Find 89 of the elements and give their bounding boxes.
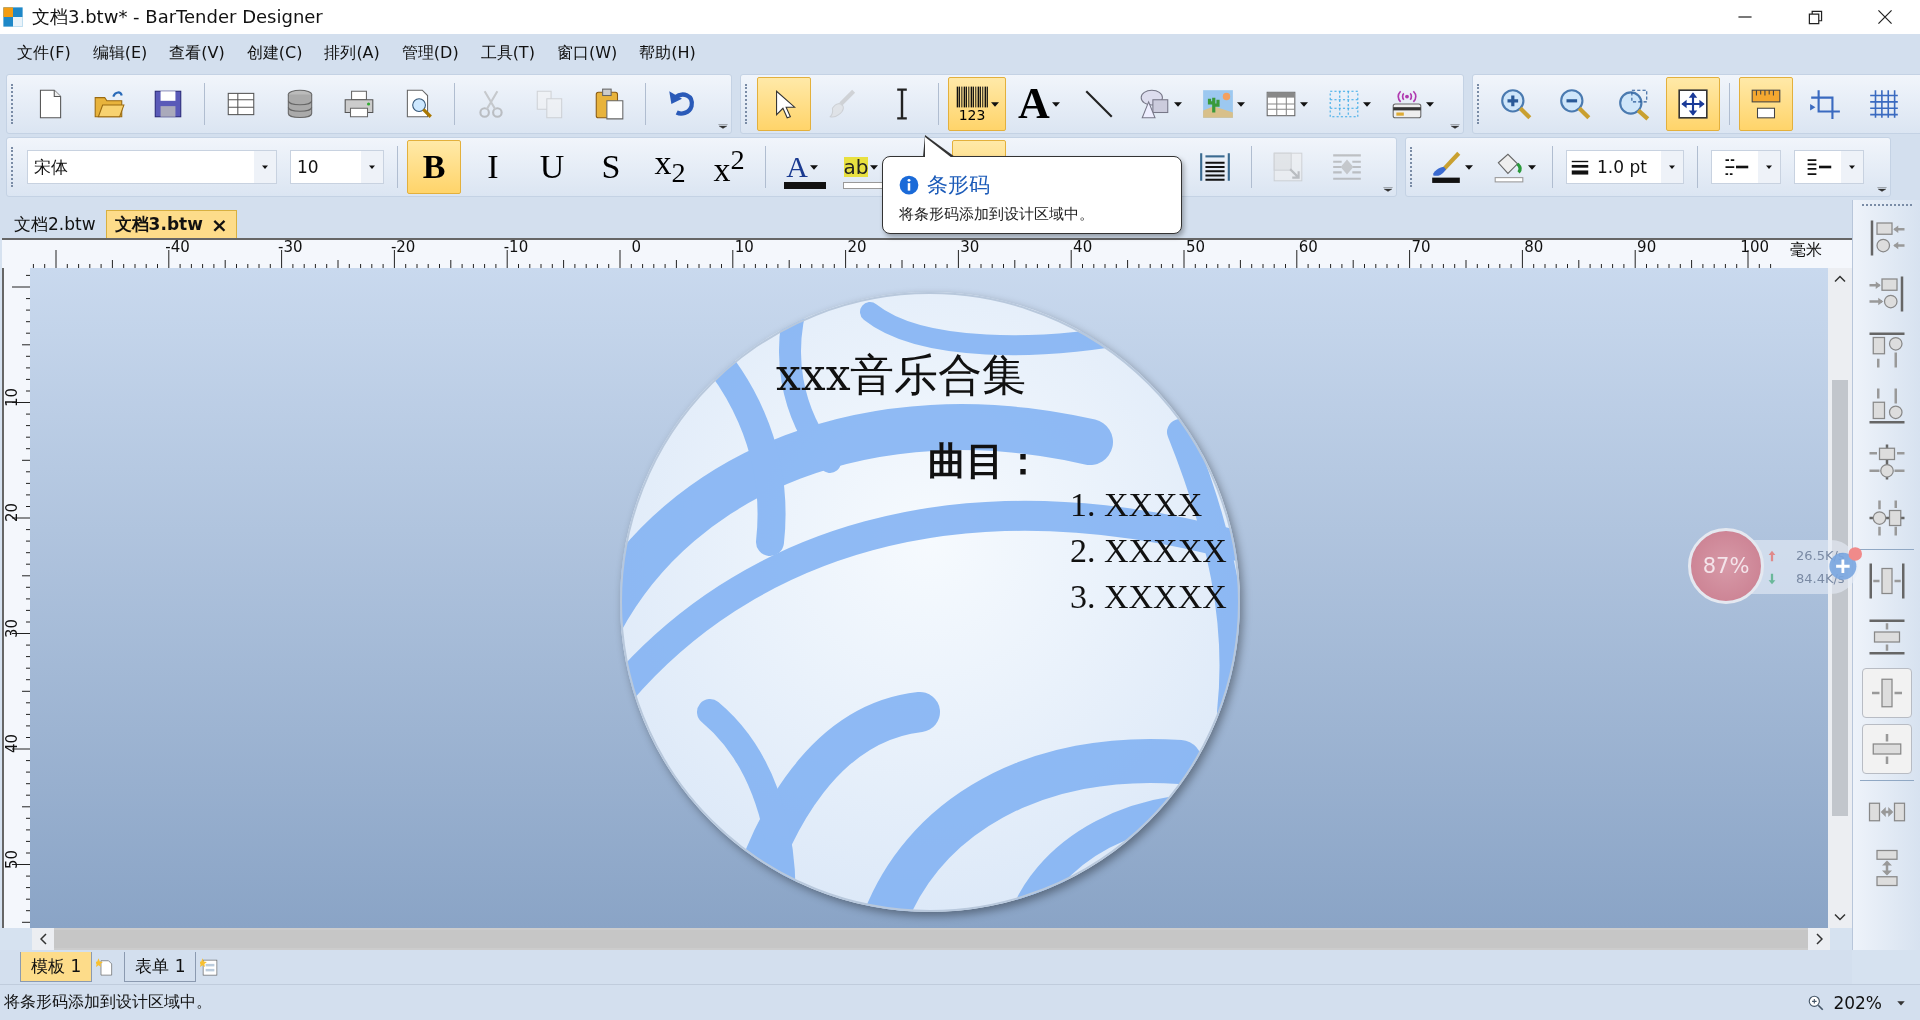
label-title: xxx音乐合集 bbox=[776, 348, 1027, 402]
toolbar-button[interactable]: x$_{2}$ bbox=[643, 140, 697, 194]
document-tab[interactable]: 文档3.btw × bbox=[105, 210, 237, 238]
ruler-label: -10 bbox=[503, 240, 529, 255]
download-arrow-icon bbox=[1766, 571, 1778, 586]
text-spacing-icon bbox=[1198, 150, 1232, 184]
dropdown-field[interactable]: 宋体 bbox=[27, 150, 277, 184]
ruler-label: 20 bbox=[5, 502, 20, 522]
pointer-button[interactable] bbox=[757, 77, 811, 131]
overflow-icon bbox=[1877, 187, 1887, 192]
track-text: 3. XXXXX bbox=[1070, 577, 1227, 617]
toolbar-button[interactable]: A bbox=[775, 140, 829, 194]
fit-to-window-button[interactable] bbox=[1665, 77, 1720, 131]
overflow-icon bbox=[718, 124, 728, 129]
text-cursor-icon bbox=[896, 88, 908, 120]
menu-item[interactable]: 管理(D) bbox=[392, 42, 468, 64]
upload-speed: 26.5K/s bbox=[1796, 548, 1845, 563]
ruler-label: 20 bbox=[847, 240, 867, 255]
close-tab-button[interactable]: × bbox=[210, 212, 228, 237]
window-title: 文档3.btw* - BarTender Designer bbox=[32, 5, 323, 29]
menu-item[interactable]: 文件(F) bbox=[8, 42, 80, 64]
scroll-left-icon[interactable] bbox=[39, 933, 47, 945]
picture-icon bbox=[1200, 87, 1235, 121]
tooltip-text: 将条形码添加到设计区域中。 bbox=[899, 205, 1095, 224]
line-style-dropdown[interactable] bbox=[1794, 150, 1864, 184]
ruler-label: 100 bbox=[1740, 240, 1769, 255]
ruler-label: -30 bbox=[278, 240, 303, 255]
tooltip-title: 条形码 bbox=[927, 172, 990, 199]
zoom-level[interactable]: 202% bbox=[1833, 992, 1882, 1013]
track-text: 1. XXXX bbox=[1070, 485, 1204, 525]
status-text: 将条形码添加到设计区域中。 bbox=[4, 992, 212, 1013]
color-swatch bbox=[784, 182, 826, 189]
menu-item[interactable]: 帮助(H) bbox=[630, 42, 705, 64]
menu-item[interactable]: 查看(V) bbox=[160, 42, 234, 64]
ruler-label: -40 bbox=[165, 240, 190, 255]
download-speed: 84.4K/s bbox=[1796, 571, 1845, 586]
zoom-area-icon bbox=[1616, 87, 1651, 121]
sheet-tab[interactable]: 表单 1 bbox=[124, 952, 197, 982]
toolbar-button[interactable]: A bbox=[1011, 77, 1067, 131]
ruler-label: -20 bbox=[390, 240, 416, 255]
ruler-label: 80 bbox=[1524, 240, 1544, 255]
snap-icon bbox=[1807, 87, 1842, 121]
new-form-icon[interactable] bbox=[200, 957, 221, 977]
menu-item[interactable]: 排列(A) bbox=[315, 42, 389, 64]
ruler-label: 40 bbox=[5, 733, 20, 753]
scrollbar[interactable] bbox=[32, 928, 1830, 950]
ruler-label: 30 bbox=[5, 618, 20, 638]
toolbar-button[interactable]: B bbox=[407, 140, 461, 194]
label-heading: 曲目： bbox=[928, 437, 1042, 485]
zoom-out-icon bbox=[1557, 87, 1592, 121]
scroll-thumb[interactable] bbox=[54, 930, 1808, 948]
ruler-label: 10 bbox=[734, 240, 754, 255]
fit-to-window-icon bbox=[1675, 87, 1710, 121]
ruler-label: 10 bbox=[5, 387, 20, 407]
toolbar-button[interactable]: S bbox=[584, 140, 638, 194]
menu-item[interactable]: 创建(C) bbox=[237, 42, 312, 64]
ruler-label: 30 bbox=[960, 240, 980, 255]
barcode-button[interactable]: 123 bbox=[948, 77, 1006, 131]
resize-icon bbox=[1271, 150, 1305, 184]
zoom-icon bbox=[1807, 993, 1826, 1012]
ruler-button[interactable] bbox=[1738, 77, 1793, 131]
ruler-label: 70 bbox=[1411, 240, 1431, 255]
sheet-tab[interactable]: 模板 1 bbox=[20, 952, 93, 982]
overflow-icon bbox=[1383, 187, 1393, 192]
info-icon bbox=[899, 175, 919, 195]
document-tab[interactable]: 文档2.btw bbox=[6, 210, 104, 238]
pen-icon bbox=[1429, 150, 1463, 184]
ruler-label: 0 bbox=[631, 240, 641, 255]
dropdown-field[interactable]: 10 bbox=[290, 150, 384, 184]
toolbar-button[interactable]: x$^{2}$ bbox=[702, 140, 756, 194]
upload-arrow-icon bbox=[1766, 548, 1778, 563]
barcode-icon bbox=[955, 86, 989, 108]
menu-item[interactable]: 编辑(E) bbox=[83, 42, 157, 64]
zoom-in-icon bbox=[1498, 87, 1533, 121]
toolbar-button[interactable]: U bbox=[525, 140, 579, 194]
menu-item[interactable]: 工具(T) bbox=[471, 42, 544, 64]
ruler-label: 50 bbox=[5, 849, 20, 869]
track-text: 2. XXXXX bbox=[1070, 531, 1227, 571]
ruler-label: 90 bbox=[1637, 240, 1657, 255]
overflow-icon bbox=[1449, 124, 1460, 129]
line-style-dropdown[interactable] bbox=[1711, 150, 1781, 184]
dropdown-field[interactable]: 1.0 pt bbox=[1566, 150, 1684, 184]
ruler-label: 60 bbox=[1298, 240, 1318, 255]
menu-item[interactable]: 窗口(W) bbox=[547, 42, 627, 64]
ruler-label: 50 bbox=[1185, 240, 1205, 255]
toolbar-button[interactable]: I bbox=[466, 140, 520, 194]
ruler-label: 40 bbox=[1073, 240, 1093, 255]
ruler-unit: 毫米 bbox=[1790, 240, 1822, 261]
scroll-right-icon[interactable] bbox=[1815, 933, 1823, 945]
